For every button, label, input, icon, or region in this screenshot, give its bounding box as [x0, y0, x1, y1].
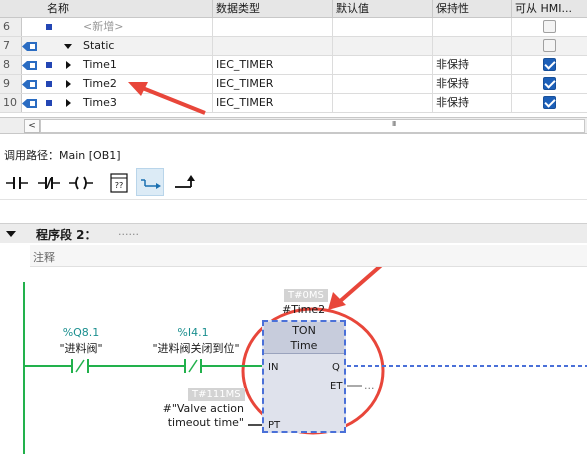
pt-operand-line2[interactable]: timeout time"	[150, 416, 244, 429]
timer-instance[interactable]: #Time2	[282, 303, 332, 316]
pin-et: ET	[330, 381, 343, 392]
pin-pt: PT	[268, 420, 281, 431]
contact2-tag[interactable]: "进料阀关闭到位"	[140, 340, 252, 356]
timer-value-badge: T#0MS	[284, 289, 328, 302]
contact1-slash	[75, 359, 85, 373]
contact1-tag[interactable]: "进料阀"	[44, 340, 118, 356]
et-operand[interactable]: ...	[364, 379, 375, 392]
pin-q: Q	[332, 362, 340, 373]
ton-type: TON	[292, 324, 316, 337]
contact2-address[interactable]: %I4.1	[164, 326, 222, 339]
contact1-address[interactable]: %Q8.1	[54, 326, 108, 339]
pt-value-badge: T#111MS	[188, 388, 245, 401]
ton-block-header: TON Time	[264, 322, 344, 354]
pin-in: IN	[268, 362, 279, 373]
ton-subtype[interactable]: Time	[264, 339, 344, 352]
contact2-slash	[188, 359, 198, 373]
pt-operand-line1[interactable]: #"Valve action	[150, 402, 244, 415]
ton-block[interactable]: TON Time IN Q ET PT	[262, 320, 346, 433]
